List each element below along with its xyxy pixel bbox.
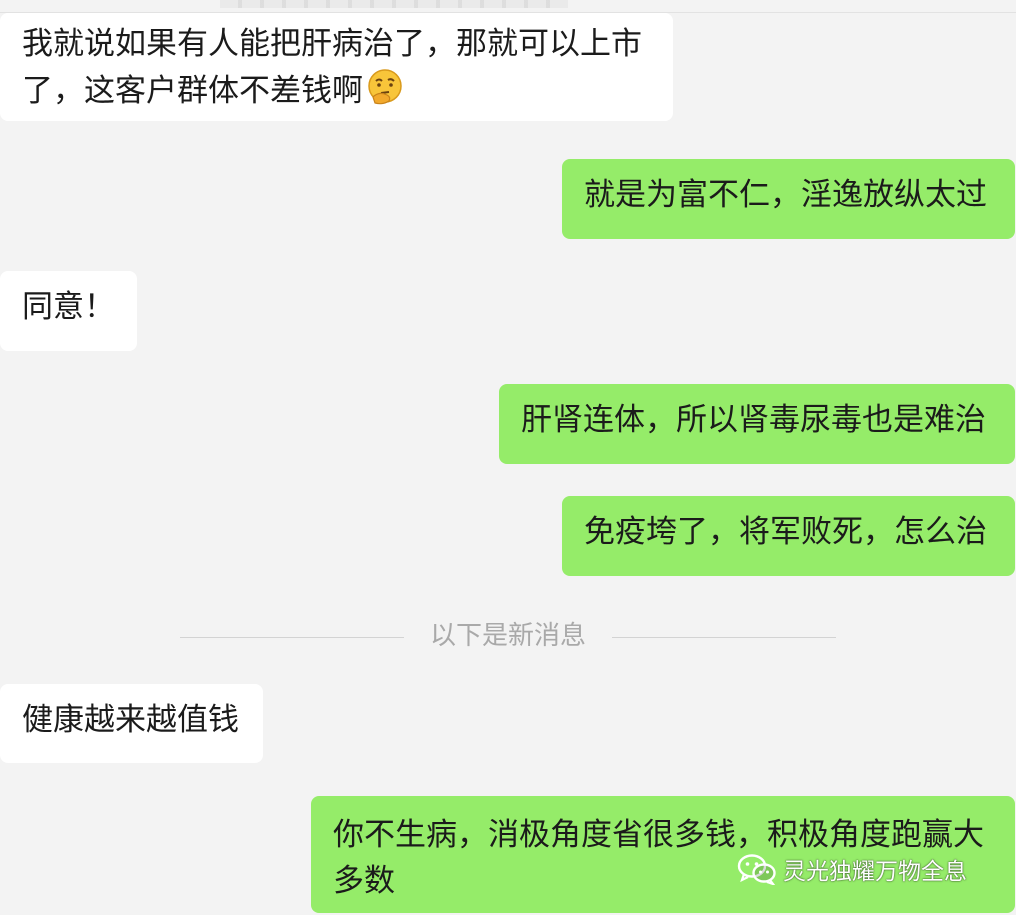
message-text: 肝肾连体，所以肾毒尿毒也是难治 xyxy=(521,402,986,438)
divider-line-right xyxy=(612,637,836,638)
watermark-text: 灵光独耀万物全息 xyxy=(783,859,967,885)
message-text: 就是为富不仁，淫逸放纵太过 xyxy=(584,177,987,213)
message-text: 我就说如果有人能把肝病治了，那就可以上市了，这客户群体不差钱啊 xyxy=(22,26,642,109)
message-text: 免疫垮了，将军败死，怎么治 xyxy=(584,514,987,550)
message-text: 健康越来越值钱 xyxy=(22,702,239,738)
message-bubble-outgoing[interactable]: 就是为富不仁，淫逸放纵太过 xyxy=(562,159,1015,239)
new-messages-divider: 以下是新消息 xyxy=(180,616,836,656)
new-messages-label: 以下是新消息 xyxy=(429,621,586,651)
message-bubble-outgoing[interactable]: 免疫垮了，将军败死，怎么治 xyxy=(562,496,1015,576)
top-edge xyxy=(0,0,1016,13)
message-bubble-incoming[interactable]: 同意！ xyxy=(0,271,137,351)
message-bubble-outgoing[interactable]: 肝肾连体，所以肾毒尿毒也是难治 xyxy=(499,384,1015,464)
message-text: 同意！ xyxy=(22,289,115,325)
thinking-face-icon xyxy=(368,69,402,105)
message-bubble-incoming[interactable]: 健康越来越值钱 xyxy=(0,684,263,763)
account-watermark: 灵光独耀万物全息 xyxy=(737,852,967,886)
wechat-icon xyxy=(737,854,776,885)
divider-line-left xyxy=(180,637,404,638)
message-bubble-incoming[interactable]: 我就说如果有人能把肝病治了，那就可以上市了，这客户群体不差钱啊 xyxy=(0,13,673,121)
cropped-header-strip xyxy=(220,0,568,8)
chat-window: 我就说如果有人能把肝病治了，那就可以上市了，这客户群体不差钱啊 就是为富不仁，淫… xyxy=(0,0,1016,915)
